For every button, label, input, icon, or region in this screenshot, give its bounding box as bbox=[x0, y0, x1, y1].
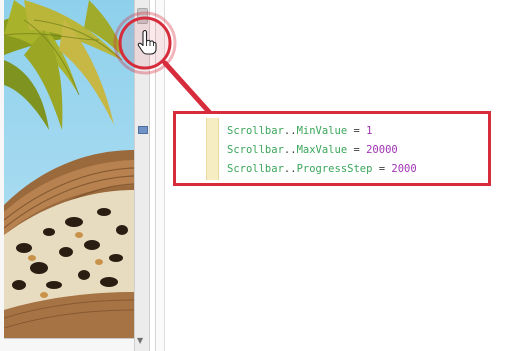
scrollbar-position-marker bbox=[138, 126, 148, 134]
code-property: MinValue bbox=[296, 125, 348, 137]
beach-hat-photo bbox=[4, 0, 135, 339]
code-operator: = bbox=[347, 125, 367, 137]
code-operator: = bbox=[347, 144, 367, 156]
code-value: 2000 bbox=[391, 163, 417, 175]
code-change-margin bbox=[206, 118, 219, 180]
code-value: 1 bbox=[366, 125, 373, 137]
code-property: ProgressStep bbox=[296, 163, 373, 175]
code-operator: = bbox=[372, 163, 392, 175]
chevron-down-icon[interactable]: ▼ bbox=[137, 337, 143, 345]
code-separator: .. bbox=[283, 163, 297, 175]
code-value: 20000 bbox=[366, 144, 398, 156]
code-separator: .. bbox=[283, 125, 297, 137]
code-separator: .. bbox=[283, 144, 297, 156]
code-object: Scrollbar bbox=[227, 125, 284, 137]
photo-illustration bbox=[4, 0, 134, 338]
callout-connector bbox=[162, 60, 213, 116]
hand-pointer-icon bbox=[137, 29, 157, 56]
code-line-progress-step: Scrollbar..ProgressStep = 2000 bbox=[227, 160, 417, 179]
code-lines: Scrollbar..MinValue = 1 Scrollbar..MaxVa… bbox=[227, 122, 417, 179]
code-object: Scrollbar bbox=[227, 163, 284, 175]
image-preview-panel: ▼ bbox=[0, 0, 150, 351]
code-line-min-value: Scrollbar..MinValue = 1 bbox=[227, 122, 417, 141]
code-snippet-callout: Scrollbar..MinValue = 1 Scrollbar..MaxVa… bbox=[173, 111, 491, 186]
scrollbar-thumb[interactable] bbox=[137, 8, 148, 24]
code-object: Scrollbar bbox=[227, 144, 284, 156]
code-property: MaxValue bbox=[296, 144, 348, 156]
code-line-max-value: Scrollbar..MaxValue = 20000 bbox=[227, 141, 417, 160]
